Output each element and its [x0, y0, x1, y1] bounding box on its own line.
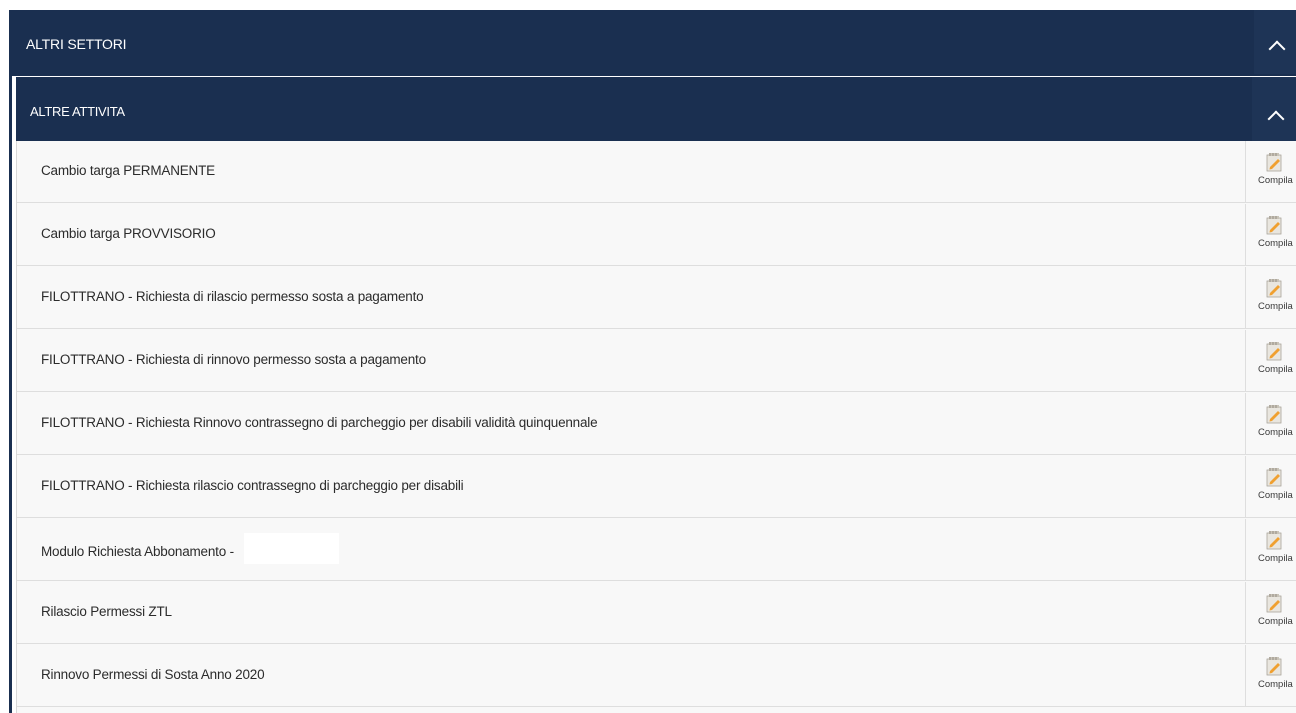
- list-item: Rinnovo Permessi di Sosta Anno 2020 Comp…: [17, 645, 1296, 707]
- list-item: FILOTTRANO - Richiesta di rinnovo permes…: [17, 330, 1296, 392]
- list-item: Modulo Richiesta Abbonamento - Compila: [17, 519, 1296, 581]
- edit-document-icon: [1266, 405, 1282, 424]
- compila-button[interactable]: Compila: [1245, 330, 1296, 392]
- compila-label: Compila: [1258, 427, 1293, 438]
- item-label: FILOTTRANO - Richiesta di rinnovo permes…: [41, 352, 426, 367]
- list-item: FILOTTRANO - Richiesta di rilascio perme…: [17, 267, 1296, 329]
- compila-label: Compila: [1258, 679, 1293, 690]
- compila-label: Compila: [1258, 616, 1293, 627]
- item-label-text: Modulo Richiesta Abbonamento -: [41, 544, 234, 560]
- activity-list: Cambio targa PERMANENTE Compila Cambio t…: [16, 141, 1296, 713]
- list-item: Cambio targa PERMANENTE Compila: [17, 141, 1296, 203]
- chevron-up-icon: [1267, 110, 1285, 128]
- edit-document-icon: [1266, 279, 1282, 298]
- compila-label: Compila: [1258, 490, 1293, 501]
- accordion-header-altri-settori[interactable]: ALTRI SETTORI: [9, 10, 1296, 74]
- collapse-toggle[interactable]: [1254, 10, 1296, 74]
- compila-button[interactable]: Compila: [1245, 456, 1296, 518]
- edit-document-icon: [1266, 594, 1282, 613]
- item-label: Rilascio Permessi ZTL: [41, 604, 172, 619]
- accordion-header-altre-attivita[interactable]: ALTRE ATTIVITA: [16, 77, 1296, 141]
- compila-label: Compila: [1258, 175, 1293, 186]
- collapse-toggle[interactable]: [1252, 77, 1296, 141]
- chevron-up-icon: [1268, 40, 1286, 58]
- compila-label: Compila: [1258, 301, 1293, 312]
- edit-document-icon: [1266, 153, 1282, 172]
- subsection-title: ALTRE ATTIVITA: [30, 104, 125, 119]
- edit-document-icon: [1266, 468, 1282, 487]
- compila-button[interactable]: Compila: [1245, 204, 1296, 266]
- item-label: FILOTTRANO - Richiesta rilascio contrass…: [41, 478, 464, 493]
- compila-button[interactable]: Compila: [1245, 582, 1296, 644]
- edit-document-icon: [1266, 531, 1282, 550]
- accordion-altre-attivita: ALTRE ATTIVITA Cambio targa PERMANENTE C…: [12, 76, 1296, 713]
- compila-button[interactable]: Compila: [1245, 141, 1296, 203]
- compila-label: Compila: [1258, 553, 1293, 564]
- compila-button[interactable]: Compila: [1245, 645, 1296, 707]
- item-label: FILOTTRANO - Richiesta di rilascio perme…: [41, 289, 424, 304]
- list-item: Cambio targa PROVVISORIO Compila: [17, 204, 1296, 266]
- compila-label: Compila: [1258, 364, 1293, 375]
- list-item: FILOTTRANO - Richiesta rilascio contrass…: [17, 456, 1296, 518]
- compila-button[interactable]: Compila: [1245, 519, 1296, 581]
- compila-label: Compila: [1258, 238, 1293, 249]
- compila-button[interactable]: Compila: [1245, 393, 1296, 455]
- edit-document-icon: [1266, 216, 1282, 235]
- section-title: ALTRI SETTORI: [26, 36, 127, 52]
- redacted-area: [243, 533, 339, 564]
- edit-document-icon: [1266, 342, 1282, 361]
- item-label: Rinnovo Permessi di Sosta Anno 2020: [41, 667, 265, 682]
- item-label: Cambio targa PROVVISORIO: [41, 226, 216, 241]
- item-label: FILOTTRANO - Richiesta Rinnovo contrasse…: [41, 415, 598, 430]
- accordion-altri-settori: ALTRI SETTORI ALTRE ATTIVITA Cambio targ…: [9, 10, 1296, 713]
- list-item: Rilascio Permessi ZTL Compila: [17, 582, 1296, 644]
- item-label: Cambio targa PERMANENTE: [41, 163, 215, 178]
- list-item: FILOTTRANO - Richiesta Rinnovo contrasse…: [17, 393, 1296, 455]
- edit-document-icon: [1266, 657, 1282, 676]
- item-label: Modulo Richiesta Abbonamento -: [41, 533, 339, 564]
- compila-button[interactable]: Compila: [1245, 267, 1296, 329]
